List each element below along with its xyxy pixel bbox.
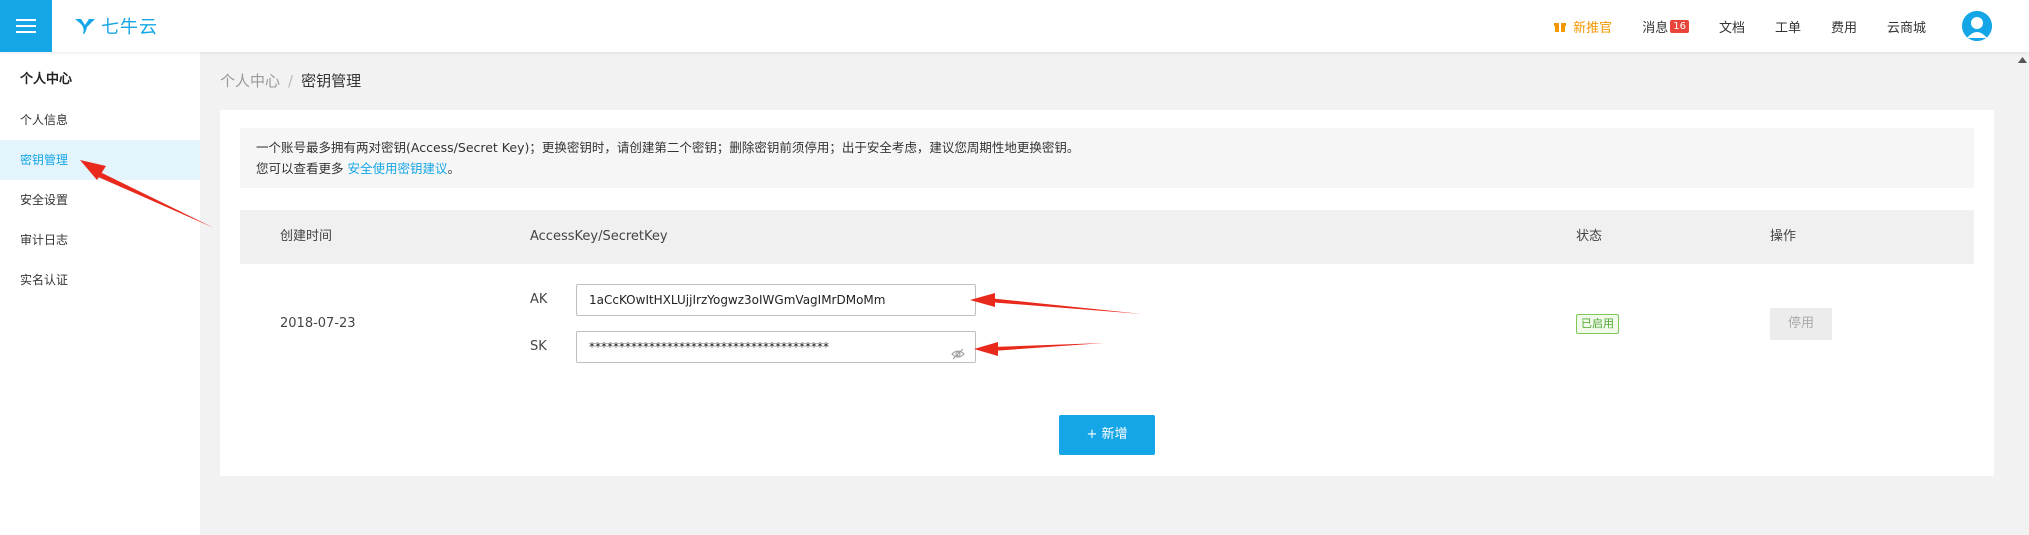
top-nav: 新推官 消息 16 文档 工单 费用 云商城 [1523,0,2029,52]
marketplace-label: 云商城 [1886,20,1926,36]
new-promo-label: 新推官 [1573,20,1613,36]
security-advice-link[interactable]: 安全使用密钥建议 [347,161,447,176]
secret-key-field[interactable]: **************************************** [576,331,976,363]
ticket-link[interactable]: 工单 [1775,17,1801,36]
marketplace-link[interactable]: 云商城 [1887,17,1926,36]
new-promo-link[interactable]: 新推官 [1553,17,1612,36]
sidebar-title: 个人中心 [20,72,73,87]
status-badge: 已启用 [1576,314,1619,334]
billing-label: 费用 [1830,20,1857,36]
notice-box: 一个账号最多拥有两对密钥(Access/Secret Key)；更换密钥时，请创… [240,128,1974,188]
notice-line1: 一个账号最多拥有两对密钥(Access/Secret Key)；更换密钥时，请创… [256,140,1080,155]
add-key-button[interactable]: + 新增 [1059,415,1155,455]
scrollbar-up-arrow[interactable] [2016,52,2029,66]
header-actions: 操作 [1770,229,1797,244]
key-management-card: 一个账号最多拥有两对密钥(Access/Secret Key)；更换密钥时，请创… [220,110,1994,476]
access-key-value: 1aCcKOwItHXLUjjIrzYogwz3oIWGmVagIMrDMoMm [589,293,886,307]
table-header: 创建时间 AccessKey/SecretKey 状态 操作 [240,210,1974,264]
breadcrumb-parent[interactable]: 个人中心 [220,72,280,90]
avatar[interactable] [1962,11,1992,41]
ak-label: AK [530,292,548,307]
disable-key-button[interactable]: 停用 [1770,308,1832,340]
secret-key-value: **************************************** [589,340,829,354]
eye-hidden-icon[interactable] [951,341,965,360]
header-status: 状态 [1576,229,1603,244]
created-date: 2018-07-23 [280,316,356,331]
header-access-secret-key: AccessKey/SecretKey [530,229,668,244]
logo-text: 七牛云 [101,17,158,38]
sk-label: SK [530,339,547,354]
table-row: 2018-07-23 AK 1aCcKOwItHXLUjjIrzYogwz3oI… [240,264,1974,384]
notice-line2-suffix: 。 [447,161,461,176]
top-bar: 七牛云 新推官 消息 16 文档 工单 费用 云商城 [0,0,2029,52]
gift-icon [1554,23,1567,32]
access-key-field[interactable]: 1aCcKOwItHXLUjjIrzYogwz3oIWGmVagIMrDMoMm [576,284,976,316]
hamburger-menu-button[interactable] [0,0,52,52]
sidebar: 个人中心 个人信息 密钥管理 安全设置 审计日志 实名认证 [0,52,200,535]
notice-line2: 您可以查看更多 安全使用密钥建议。 [256,158,1958,179]
sidebar-item-identity-verification[interactable]: 实名认证 [0,260,200,300]
messages-link[interactable]: 消息 16 [1642,17,1689,36]
billing-link[interactable]: 费用 [1831,17,1857,36]
notice-line2-prefix: 您可以查看更多 [256,161,348,176]
breadcrumb: 个人中心 / 密钥管理 [220,70,361,91]
messages-count-badge: 16 [1670,19,1689,33]
header-created-time: 创建时间 [280,229,333,244]
breadcrumb-current: 密钥管理 [301,72,362,90]
menu-icon [16,19,36,33]
breadcrumb-separator: / [288,72,294,90]
logo[interactable]: 七牛云 [73,13,158,39]
ticket-label: 工单 [1774,20,1801,36]
user-avatar-icon [1962,11,1992,41]
sidebar-item-key-management[interactable]: 密钥管理 [0,140,200,180]
docs-link[interactable]: 文档 [1719,17,1745,36]
sidebar-item-profile[interactable]: 个人信息 [0,100,200,140]
logo-icon [75,19,95,35]
sidebar-item-audit-log[interactable]: 审计日志 [0,220,200,260]
sidebar-item-security[interactable]: 安全设置 [0,180,200,220]
messages-label: 消息 [1642,20,1669,36]
docs-label: 文档 [1718,20,1745,36]
